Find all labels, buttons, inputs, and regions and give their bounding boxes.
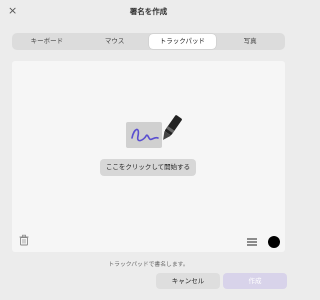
tab-trackpad[interactable]: トラックパッド — [148, 34, 217, 49]
cancel-button[interactable]: キャンセル — [156, 273, 220, 289]
create-button[interactable]: 作成 — [223, 273, 287, 289]
tab-mouse[interactable]: マウス — [81, 34, 149, 49]
pen-color-button[interactable] — [268, 236, 280, 248]
trackpad-signature-icon — [126, 115, 182, 148]
start-signing-button[interactable]: ここをクリックして開始する — [100, 159, 196, 176]
tab-keyboard[interactable]: キーボード — [13, 34, 81, 49]
tab-bar: キーボード マウス トラックパッド 写真 — [12, 33, 285, 50]
dialog-title: 署名を作成 — [129, 7, 168, 16]
signature-pad[interactable]: ここをクリックして開始する — [12, 61, 285, 252]
line-width-icon[interactable] — [247, 238, 257, 246]
tab-photo[interactable]: 写真 — [216, 34, 284, 49]
instruction-text: トラックパッドで書名します。 — [108, 262, 189, 268]
trash-icon[interactable] — [18, 234, 30, 246]
